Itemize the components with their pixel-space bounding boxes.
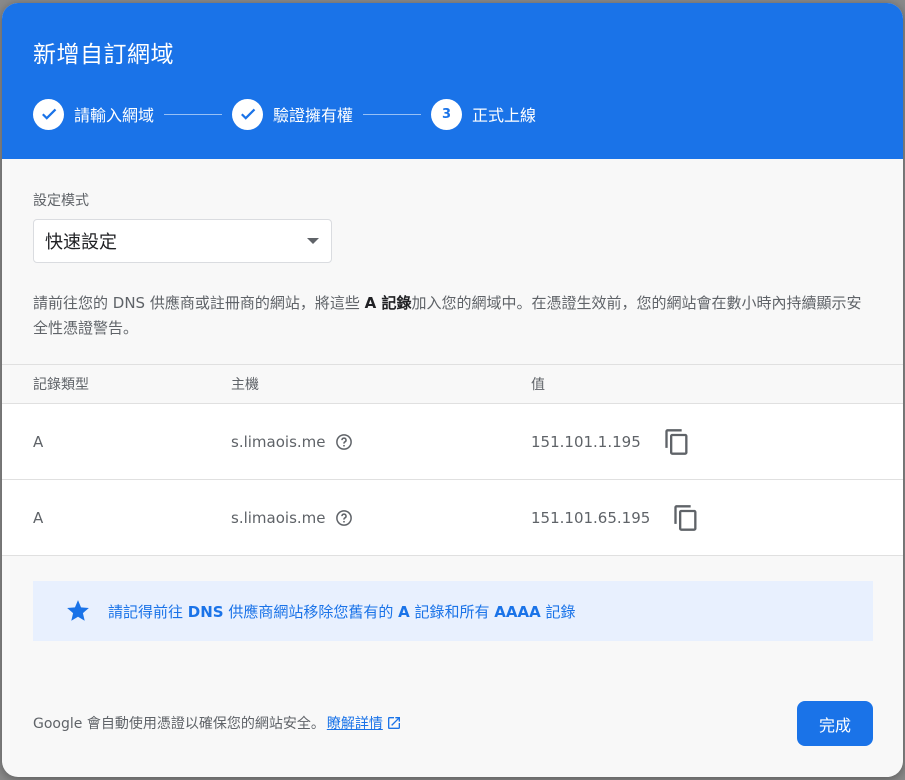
dropdown-arrow-icon: [307, 238, 319, 244]
done-button[interactable]: 完成: [797, 701, 873, 746]
instructions-part1: 請前往您的 DNS 供應商或註冊商的網站，將這些: [33, 294, 365, 312]
config-mode-value: 快速設定: [45, 232, 117, 253]
notice-part: 記錄和所有: [409, 602, 495, 621]
host-text: s.limaois.me: [231, 432, 326, 451]
instructions-text: 請前往您的 DNS 供應商或註冊商的網站，將這些 A 記錄加入您的網域中。在憑證…: [33, 291, 873, 341]
learn-more-link[interactable]: 瞭解詳情: [327, 713, 383, 733]
header-value: 值: [531, 377, 545, 393]
config-mode-label: 設定模式: [33, 193, 89, 209]
step-label: 驗證擁有權: [273, 106, 354, 125]
record-type: A: [33, 508, 44, 527]
notice-bold: DNS: [187, 602, 224, 621]
record-host: s.limaois.me: [231, 509, 353, 527]
step-enter-domain: 請輸入網域: [33, 98, 155, 130]
check-icon: [232, 98, 264, 130]
config-mode-select[interactable]: 快速設定: [33, 219, 332, 263]
record-value: 151.101.1.195: [531, 427, 691, 457]
check-icon: [33, 98, 64, 130]
copy-icon[interactable]: [663, 427, 691, 457]
star-icon: [67, 600, 89, 621]
step-divider: [164, 113, 223, 115]
step-label: 正式上線: [472, 106, 537, 125]
step-verify-ownership: 驗證擁有權: [232, 98, 354, 130]
record-value: 151.101.65.195: [531, 503, 700, 533]
header-record-type: 記錄類型: [33, 377, 89, 393]
value-text: 151.101.1.195: [531, 432, 641, 451]
record-type: A: [33, 432, 44, 451]
notice-part: 供應商網站移除您舊有的: [223, 602, 399, 621]
add-custom-domain-dialog: 新增自訂網域 請輸入網域 驗證擁有權 3 正式上線 設定模式 快速設定 請前往您…: [2, 3, 903, 777]
step-label: 請輸入網域: [74, 106, 155, 125]
table-header: 記錄類型 主機 值: [2, 364, 903, 404]
notice-part: 請記得前往: [108, 602, 188, 621]
instructions-bold: A 記錄: [364, 294, 412, 312]
dialog-title: 新增自訂網域: [33, 42, 174, 68]
stepper: 請輸入網域 驗證擁有權 3 正式上線: [33, 98, 536, 130]
header-host: 主機: [231, 377, 259, 393]
notice-bold: AAAA: [494, 602, 541, 621]
table-row: A s.limaois.me 151.101.1.195: [2, 404, 903, 480]
host-text: s.limaois.me: [231, 508, 326, 527]
footer-text: Google 會自動使用憑證以確保您的網站安全。: [33, 716, 325, 732]
dns-records-table: 記錄類型 主機 值 A s.limaois.me 151.101.1.195 A…: [2, 364, 903, 556]
step-go-live: 3 正式上線: [431, 98, 537, 130]
step-divider: [363, 113, 422, 115]
notice-bold: A: [398, 602, 410, 621]
help-icon[interactable]: [335, 433, 353, 451]
remove-records-notice: 請記得前往 DNS 供應商網站移除您舊有的 A 記錄和所有 AAAA 記錄: [33, 581, 873, 641]
help-icon[interactable]: [335, 509, 353, 527]
value-text: 151.101.65.195: [531, 508, 651, 527]
dialog-header: 新增自訂網域 請輸入網域 驗證擁有權 3 正式上線: [2, 3, 903, 159]
open-in-new-icon[interactable]: [386, 715, 402, 731]
footer-note: Google 會自動使用憑證以確保您的網站安全。 瞭解詳情: [33, 713, 402, 733]
notice-text: 請記得前往 DNS 供應商網站移除您舊有的 A 記錄和所有 AAAA 記錄: [108, 601, 576, 622]
copy-icon[interactable]: [672, 503, 700, 533]
record-host: s.limaois.me: [231, 433, 353, 451]
table-row: A s.limaois.me 151.101.65.195: [2, 480, 903, 556]
step-number: 3: [431, 98, 463, 130]
notice-part: 記錄: [540, 602, 576, 621]
